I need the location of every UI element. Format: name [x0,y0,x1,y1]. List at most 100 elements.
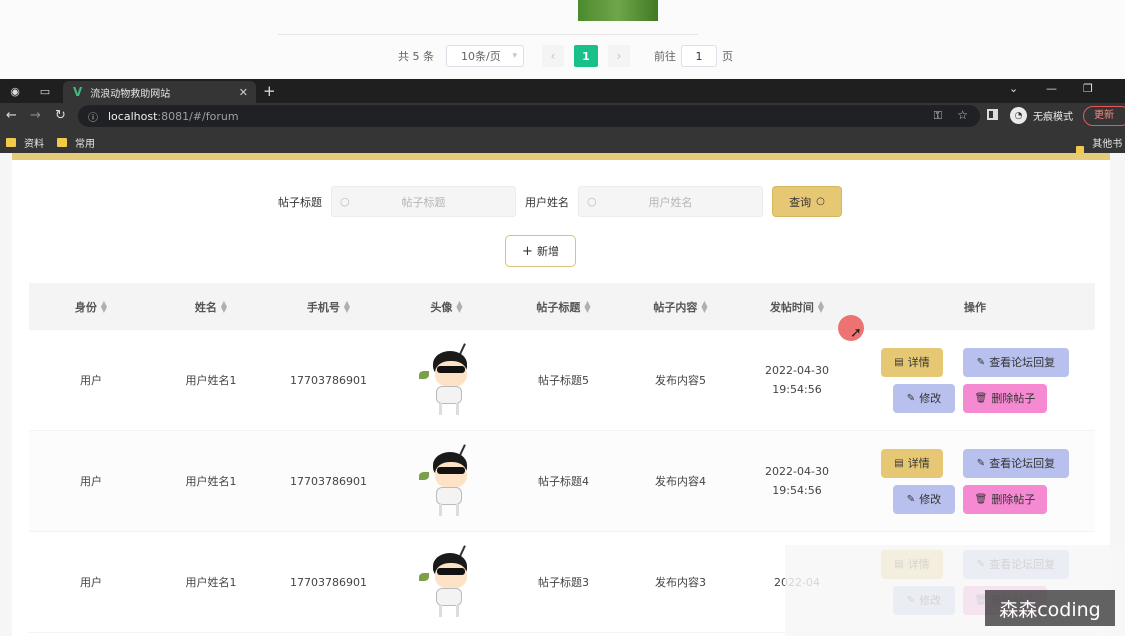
watermark: 森森coding [985,590,1115,626]
previous-page-fragment: 共 5 条 10条/页 ▾ ‹ 1 › 前往 1 页 [0,0,1125,79]
prev-page-button[interactable]: ‹ [542,45,564,67]
post-title-input[interactable]: ○ 帖子标题 [331,186,516,217]
url-host: localhost [108,109,158,123]
close-icon[interactable]: ✕ [239,86,248,99]
incognito-indicator[interactable]: ◔ 无痕模式 [1010,107,1073,124]
plus-icon: + [522,243,533,259]
add-button-label: 新增 [536,245,559,258]
post-title-placeholder: 帖子标题 [401,195,446,209]
pagination: 共 5 条 10条/页 ▾ ‹ 1 › 前往 1 页 [398,45,733,67]
profile-icon[interactable]: ◉ [8,84,22,98]
delete-label: 删除帖子 [991,392,1036,405]
user-name-label: 用户姓名 [525,195,569,209]
page-size-select[interactable]: 10条/页 ▾ [446,45,524,67]
key-icon[interactable]: ⚿ [934,109,942,123]
folder-icon [6,138,16,147]
bookmark-folder-changyong[interactable]: 常用 [57,135,95,150]
sort-icon[interactable]: ▲ ▼ [344,299,350,313]
column-header-actions: 操作 [855,283,1095,330]
url-input[interactable]: ⓘ localhost :8081/#/forum ⚿ ☆ [78,105,980,127]
cell-content: 发布内容5 [655,374,706,387]
side-panel-icon[interactable] [987,109,998,120]
column-header[interactable]: 帖子标题 ▲ ▼ [505,283,622,330]
info-icon[interactable]: ⓘ [88,109,98,124]
chevron-down-icon: ▾ [512,51,517,61]
view-replies-button[interactable]: ✎查看论坛回复 [963,347,1069,377]
sort-icon[interactable]: ▲ ▼ [584,299,590,313]
trash-icon: 🗑 [974,392,988,404]
cell-time: 2022-04-30 19:54:56 [765,465,829,497]
cell-role: 用户 [80,576,102,589]
page-suffix: 页 [722,50,733,63]
query-button[interactable]: 查询 ○ [772,186,842,217]
goto-page-input[interactable]: 1 [681,45,717,67]
cell-name: 用户姓名1 [185,475,237,488]
update-button[interactable]: 更新 [1083,106,1125,126]
avatar-part [434,462,467,488]
detail-label: 详情 [907,457,930,470]
avatar-part [438,504,459,516]
header-label: 帖子内容 [653,300,698,314]
cell-title: 帖子标题4 [538,475,589,488]
avatar-part [418,573,429,581]
avatar [417,341,477,419]
pencil-icon: ✎ [976,356,986,368]
detail-button[interactable]: ▤详情 [881,347,943,377]
incognito-icon: ◔ [1010,107,1027,124]
next-page-button[interactable]: › [608,45,630,67]
sort-icon[interactable]: ▲ ▼ [101,299,107,313]
column-header[interactable]: 头像 ▲ ▼ [388,283,505,330]
view-replies-button[interactable]: ✎查看论坛回复 [963,448,1069,478]
header-label: 手机号 [306,300,340,314]
table-row: 用户 用户姓名1 17703786901 [29,431,1095,532]
query-button-label: 查询 [789,195,812,209]
cell-title: 帖子标题3 [538,576,589,589]
divider [278,34,698,35]
restore-icon[interactable]: ❐ [1083,82,1093,95]
tab-title: 流浪动物救助网站 [90,88,171,100]
edit-label: 修改 [919,493,942,506]
sort-icon[interactable]: ▲ ▼ [701,299,707,313]
user-name-input[interactable]: ○ 用户姓名 [578,186,763,217]
cell-content: 发布内容3 [655,576,706,589]
cell-phone: 17703786901 [290,373,367,387]
bookmark-star-icon[interactable]: ☆ [957,108,968,122]
bookmark-folder-ziliao[interactable]: 资料 [6,135,44,150]
edit-button[interactable]: ✎修改 [893,383,955,413]
avatar-part [434,361,467,387]
tab-group-icon[interactable]: ▭ [38,84,52,98]
column-header[interactable]: 姓名 ▲ ▼ [153,283,269,330]
cell-title: 帖子标题5 [538,374,589,387]
cell-avatar [388,330,505,430]
url-path: :8081/#/forum [157,109,239,123]
column-header[interactable]: 手机号 ▲ ▼ [269,283,388,330]
edit-label: 修改 [919,392,942,405]
reload-icon[interactable]: ↻ [55,108,66,123]
cell-phone: 17703786901 [290,474,367,488]
edit-button[interactable]: ✎修改 [893,484,955,514]
tab-search-icon[interactable]: ⌄ [1009,82,1018,95]
bookmarks-bar: 资料 常用 其他书签 [0,129,1125,165]
sort-icon[interactable]: ▲ ▼ [818,299,824,313]
detail-button[interactable]: ▤详情 [881,448,943,478]
bookmark-label: 资料 [24,139,44,150]
sort-icon[interactable]: ▲ ▼ [221,299,227,313]
delete-post-button[interactable]: 🗑删除帖子 [963,383,1047,413]
page-number-current[interactable]: 1 [574,45,598,67]
add-button[interactable]: + 新增 [505,235,576,267]
column-header[interactable]: 帖子内容 ▲ ▼ [622,283,739,330]
sort-icon[interactable]: ▲ ▼ [456,299,462,313]
back-icon[interactable]: ← [6,108,17,123]
document-icon: ▤ [894,457,904,469]
post-title-label: 帖子标题 [278,195,322,209]
minimize-icon[interactable]: — [1046,82,1057,95]
forward-icon[interactable]: → [30,108,41,123]
column-header[interactable]: 发帖时间 ▲ ▼ [739,283,855,330]
avatar-part [436,568,465,575]
delete-post-button[interactable]: 🗑删除帖子 [963,484,1047,514]
tab-active[interactable]: V 流浪动物救助网站 ✕ [63,81,256,103]
column-header[interactable]: 身份 ▲ ▼ [29,283,153,330]
search-form: 帖子标题 ○ 帖子标题 用户姓名 ○ 用户姓名 查询 ○ [278,186,842,217]
avatar-part [434,563,467,589]
new-tab-button[interactable]: + [263,82,276,100]
